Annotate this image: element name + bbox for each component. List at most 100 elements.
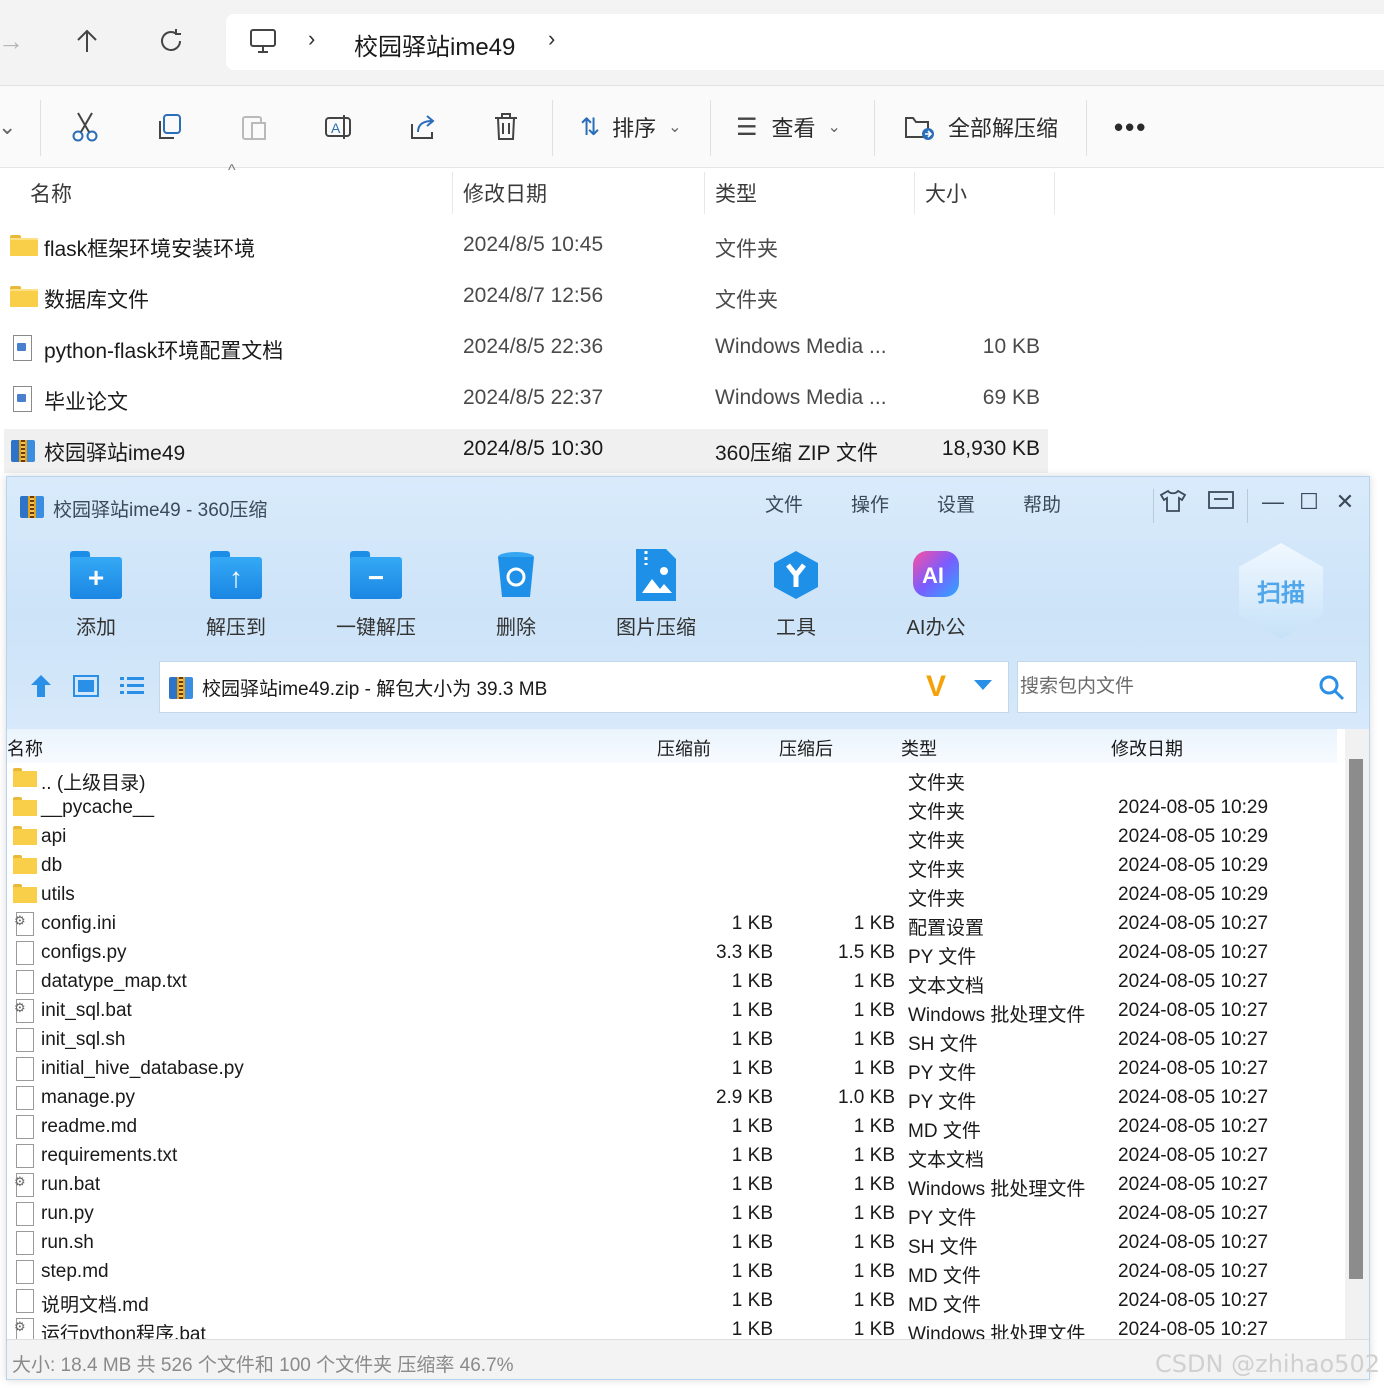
zip-list-row[interactable]: step.md 1 KB 1 KB MD 文件 2024-08-05 10:27 bbox=[7, 1258, 1337, 1287]
row-modified: 2024-08-05 10:27 bbox=[1118, 1116, 1269, 1137]
row-type: PY 文件 bbox=[908, 1063, 977, 1084]
search-icon[interactable] bbox=[1318, 674, 1346, 707]
extract-all-button[interactable]: 全部解压缩 bbox=[904, 110, 1058, 144]
new-dropdown-chevron-icon[interactable]: ⌄ bbox=[0, 110, 16, 144]
dropdown-triangle-icon[interactable] bbox=[972, 674, 994, 699]
paste-icon[interactable] bbox=[240, 110, 268, 144]
feedback-icon[interactable] bbox=[1207, 489, 1235, 519]
row-name: __pycache__ bbox=[41, 797, 155, 818]
up-arrow-icon[interactable] bbox=[72, 26, 102, 56]
vertical-scrollbar[interactable] bbox=[1345, 729, 1369, 1339]
zip-list-row[interactable]: readme.md 1 KB 1 KB MD 文件 2024-08-05 10:27 bbox=[7, 1113, 1337, 1142]
tools-label: 工具 bbox=[776, 617, 816, 639]
menu-action[interactable]: 操作 bbox=[851, 490, 889, 517]
row-type: 文件夹 bbox=[908, 831, 966, 852]
zip-list-row[interactable]: datatype_map.txt 1 KB 1 KB 文本文档 2024-08-05 1… bbox=[7, 968, 1337, 997]
settings-file-icon bbox=[13, 912, 37, 936]
zip-list-row[interactable]: api 文件夹 2024-08-05 10:29 bbox=[7, 823, 1337, 852]
file-icon bbox=[13, 970, 37, 994]
file-type: 文件夹 bbox=[715, 238, 778, 261]
ai-office-button[interactable]: AI AI办公 bbox=[881, 543, 991, 639]
breadcrumb[interactable]: › 校园驿站ime49 › bbox=[226, 14, 1384, 70]
column-name[interactable]: 名称 bbox=[7, 735, 43, 761]
column-type[interactable]: 类型 bbox=[901, 735, 937, 761]
this-pc-icon[interactable] bbox=[248, 28, 278, 54]
file-row-selected[interactable]: 校园驿站ime49 2024/8/5 10:30 360压缩 ZIP 文件 18… bbox=[4, 429, 1048, 473]
delete-button[interactable]: 删除 bbox=[461, 543, 571, 639]
copy-icon[interactable] bbox=[156, 110, 184, 144]
breadcrumb-chevron-icon[interactable]: › bbox=[308, 26, 315, 52]
delete-icon[interactable] bbox=[492, 110, 520, 144]
file-row[interactable]: python-flask环境配置文档 2024/8/5 22:36 Window… bbox=[4, 327, 1048, 371]
more-options-icon[interactable]: ••• bbox=[1114, 110, 1147, 144]
watermark: CSDN @zhihao502 bbox=[1155, 1350, 1380, 1378]
row-size-after: 1.5 KB bbox=[837, 942, 895, 963]
sort-up-caret-icon: ^ bbox=[228, 162, 236, 179]
image-compress-button[interactable]: 图片压缩 bbox=[601, 543, 711, 639]
search-input[interactable] bbox=[1020, 672, 1310, 702]
archive-path-box[interactable]: 校园驿站ime49.zip - 解包大小为 39.3 MB V bbox=[159, 661, 1009, 713]
refresh-icon[interactable] bbox=[156, 26, 186, 56]
minimize-icon[interactable]: — bbox=[1259, 489, 1287, 515]
cut-icon[interactable] bbox=[70, 110, 100, 144]
sort-button[interactable]: ⇅ 排序 ⌄ bbox=[580, 110, 682, 144]
menu-help[interactable]: 帮助 bbox=[1023, 490, 1061, 517]
zip-list-row[interactable]: init_sql.bat 1 KB 1 KB Windows 批处理文件 2024-08… bbox=[7, 997, 1337, 1026]
column-modified[interactable]: 修改日期 bbox=[1111, 735, 1183, 761]
row-size-before: 1 KB bbox=[731, 1319, 773, 1340]
rename-icon[interactable]: A bbox=[324, 110, 354, 144]
file-row[interactable]: 毕业论文 2024/8/5 22:37 Windows Media ... 69… bbox=[4, 378, 1048, 422]
share-icon[interactable] bbox=[408, 110, 438, 144]
menu-file[interactable]: 文件 bbox=[765, 490, 803, 517]
zip-list-row[interactable]: init_sql.sh 1 KB 1 KB SH 文件 2024-08-05 10:27 bbox=[7, 1026, 1337, 1055]
skin-shirt-icon[interactable] bbox=[1159, 489, 1187, 519]
extract-to-button[interactable]: ↑ 解压到 bbox=[181, 543, 291, 639]
row-modified: 2024-08-05 10:27 bbox=[1118, 942, 1269, 963]
column-type[interactable]: 类型 bbox=[715, 178, 757, 208]
zip-list-row[interactable]: run.py 1 KB 1 KB PY 文件 2024-08-05 10:27 bbox=[7, 1200, 1337, 1229]
column-before[interactable]: 压缩前 bbox=[657, 735, 711, 761]
zip-list-row[interactable]: db 文件夹 2024-08-05 10:29 bbox=[7, 852, 1337, 881]
row-modified: 2024-08-05 10:27 bbox=[1118, 1029, 1269, 1050]
file-name: python-flask环境配置文档 bbox=[44, 340, 284, 363]
column-modified[interactable]: 修改日期 bbox=[463, 178, 547, 208]
zip-list-row[interactable]: config.ini 1 KB 1 KB 配置设置 2024-08-05 10:27 bbox=[7, 910, 1337, 939]
zip-list-row[interactable]: initial_hive_database.py 1 KB 1 KB PY 文件 202… bbox=[7, 1055, 1337, 1084]
breadcrumb-current[interactable]: 校园驿站ime49 bbox=[354, 27, 515, 62]
row-name: init_sql.sh bbox=[41, 1029, 126, 1050]
zip-list-row[interactable]: 说明文档.md 1 KB 1 KB MD 文件 2024-08-05 10:27 bbox=[7, 1287, 1337, 1316]
row-modified: 2024-08-05 10:27 bbox=[1118, 1232, 1269, 1253]
one-click-extract-button[interactable]: − 一键解压 bbox=[321, 543, 431, 639]
scan-button[interactable]: 扫描 bbox=[1239, 543, 1323, 639]
recycle-bin-icon bbox=[488, 549, 544, 601]
row-type: SH 文件 bbox=[908, 1237, 978, 1258]
column-size[interactable]: 大小 bbox=[925, 178, 967, 208]
column-name[interactable]: 名称 bbox=[30, 178, 72, 208]
zip-list-row[interactable]: .. (上级目录) 文件夹 bbox=[7, 765, 1337, 794]
add-button[interactable]: + 添加 bbox=[41, 543, 151, 639]
column-after[interactable]: 压缩后 bbox=[779, 735, 833, 761]
file-row[interactable]: 数据库文件 2024/8/7 12:56 文件夹 bbox=[4, 276, 1048, 320]
forward-arrow-icon[interactable]: → bbox=[0, 26, 26, 56]
zip-list-row[interactable]: run.sh 1 KB 1 KB SH 文件 2024-08-05 10:27 bbox=[7, 1229, 1337, 1258]
zip-list-row[interactable]: requirements.txt 1 KB 1 KB 文本文档 2024-08-05 1… bbox=[7, 1142, 1337, 1171]
zip-list-row[interactable]: __pycache__ 文件夹 2024-08-05 10:29 bbox=[7, 794, 1337, 823]
file-row[interactable]: flask框架环境安装环境 2024/8/5 10:45 文件夹 bbox=[4, 225, 1048, 269]
zip-list-row[interactable]: manage.py 2.9 KB 1.0 KB PY 文件 2024-08-05 10:… bbox=[7, 1084, 1337, 1113]
close-icon[interactable]: ✕ bbox=[1331, 489, 1359, 515]
breadcrumb-chevron-icon[interactable]: › bbox=[548, 26, 555, 52]
scrollbar-thumb[interactable] bbox=[1349, 759, 1363, 1279]
up-level-arrow-icon[interactable] bbox=[29, 673, 53, 704]
zip-list-row[interactable]: utils 文件夹 2024-08-05 10:29 bbox=[7, 881, 1337, 910]
thumbnail-view-icon[interactable] bbox=[73, 675, 99, 702]
tools-button[interactable]: 工具 bbox=[741, 543, 851, 639]
menu-settings[interactable]: 设置 bbox=[937, 490, 975, 517]
list-view-icon[interactable] bbox=[119, 675, 145, 702]
zip-list-row[interactable]: run.bat 1 KB 1 KB Windows 批处理文件 2024-08-05 1… bbox=[7, 1171, 1337, 1200]
maximize-icon[interactable]: ☐ bbox=[1295, 489, 1323, 515]
view-button[interactable]: ☰ 查看 ⌄ bbox=[736, 110, 841, 144]
zip-list-row[interactable]: configs.py 3.3 KB 1.5 KB PY 文件 2024-08-05 10… bbox=[7, 939, 1337, 968]
search-box[interactable] bbox=[1017, 661, 1357, 713]
row-name: api bbox=[41, 826, 67, 847]
row-size-after: 1 KB bbox=[853, 1319, 895, 1340]
